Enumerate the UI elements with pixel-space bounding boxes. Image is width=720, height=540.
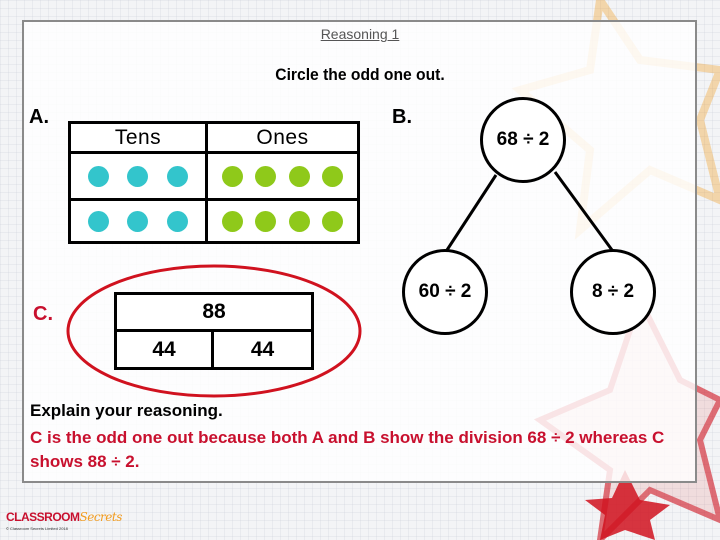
logo-wordmark: CLASSROOMSecrets	[6, 510, 122, 524]
tens-counter	[127, 165, 149, 187]
ones-counter	[255, 165, 277, 187]
ones-counter	[288, 165, 310, 187]
tens-cell	[71, 201, 208, 241]
explanation-answer: C is the odd one out because both A and …	[30, 428, 665, 471]
tens-counter	[166, 210, 188, 232]
instruction-text: Circle the odd one out.	[275, 65, 445, 84]
ones-cell	[208, 154, 357, 201]
tens-counter	[166, 165, 188, 187]
tree-left-node[interactable]: 60 ÷ 2	[402, 249, 488, 335]
tree-right-node[interactable]: 8 ÷ 2	[570, 249, 656, 335]
tens-counter	[88, 165, 110, 187]
tens-header: Tens	[71, 124, 208, 154]
copyright-text: © Classroom Secrets Limited 2018	[6, 526, 68, 531]
bar-model[interactable]: 88 44 44	[114, 292, 314, 370]
tens-counter	[88, 210, 110, 232]
tree-root-text: 68 ÷ 2	[496, 129, 550, 150]
tree-root-node[interactable]: 68 ÷ 2	[480, 97, 566, 183]
ones-cell	[208, 201, 357, 241]
tens-counter	[127, 210, 149, 232]
bar-part-left: 44	[117, 332, 214, 367]
tens-cell	[71, 154, 208, 201]
ones-counter	[222, 210, 244, 232]
logo-secondary: Secrets	[79, 510, 123, 524]
bar-whole: 88	[117, 295, 311, 332]
tree-left-text: 60 ÷ 2	[418, 281, 472, 302]
ones-counter	[288, 210, 310, 232]
classroom-secrets-logo: CLASSROOMSecrets © Classroom Secrets Lim…	[6, 510, 122, 531]
tree-right-text: 8 ÷ 2	[591, 281, 635, 302]
ones-counter	[222, 165, 244, 187]
place-value-table[interactable]: Tens Ones	[68, 121, 360, 244]
option-a-label: A.	[29, 106, 49, 128]
ones-counter	[321, 210, 343, 232]
logo-primary: CLASSROOM	[6, 510, 80, 524]
explanation-prompt: Explain your reasoning.	[30, 401, 223, 420]
bar-part-right: 44	[250, 337, 275, 361]
ones-header: Ones	[208, 124, 357, 154]
slide-title: Reasoning 1	[320, 26, 400, 42]
option-c-label: C.	[33, 303, 53, 325]
ones-counter	[321, 165, 343, 187]
ones-counter	[255, 210, 277, 232]
option-b-label: B.	[392, 106, 412, 128]
